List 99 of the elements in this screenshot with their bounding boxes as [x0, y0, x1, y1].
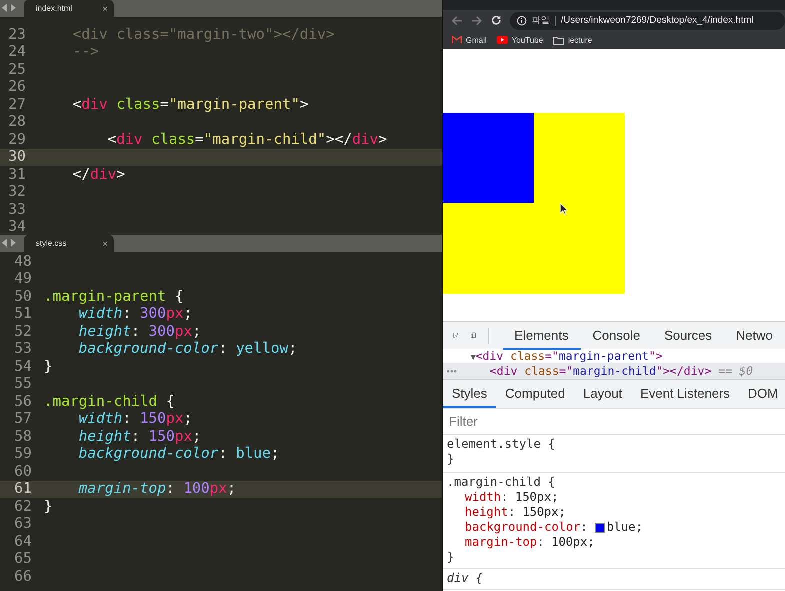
styles-pane-tab[interactable]: Styles — [443, 380, 496, 408]
more-icon[interactable] — [447, 370, 457, 372]
devtools-tab[interactable]: Netwo — [724, 322, 785, 350]
code-line: } — [44, 498, 53, 515]
line-number: 24 — [8, 44, 27, 60]
play-icon — [496, 36, 508, 44]
property-value[interactable]: 150px; — [522, 505, 566, 520]
reload-icon[interactable] — [491, 15, 502, 26]
line-number: 31 — [8, 166, 27, 183]
rule-selector: div { — [447, 571, 484, 586]
folder-icon — [553, 36, 564, 44]
line-number: 58 — [14, 428, 33, 445]
line-number: 49 — [14, 271, 33, 288]
property-name[interactable]: height — [465, 505, 508, 520]
scheme-label: 파일 — [532, 14, 550, 27]
line-number: 55 — [14, 376, 33, 392]
line-number: 62 — [14, 498, 33, 515]
line-number: 28 — [8, 114, 27, 130]
tab-scroll-arrows-icon[interactable] — [2, 4, 18, 12]
colon: : — [508, 505, 516, 520]
code-line: height: 300px; — [78, 324, 202, 340]
property-value[interactable]: blue; — [606, 520, 643, 535]
property-name[interactable]: width — [465, 490, 502, 505]
rule-selector: element.style { — [447, 437, 556, 452]
property-value[interactable]: 150px; — [515, 490, 559, 505]
property-name[interactable]: background-color — [465, 520, 581, 535]
line-number: 65 — [14, 551, 33, 568]
forward-icon[interactable] — [471, 16, 483, 26]
url-text: /Users/inkweon7269/Desktop/ex_4/index.html — [561, 15, 754, 26]
envelope-icon — [452, 36, 462, 44]
property-value[interactable]: 100px; — [551, 535, 595, 550]
code-line: <div class="margin-two"></div> — [72, 26, 335, 43]
line-number: 23 — [8, 26, 27, 43]
code-line: width: 300px; — [78, 306, 192, 322]
code-line: width: 150px; — [78, 411, 192, 428]
colon: : — [501, 490, 508, 505]
file-tab[interactable]: style.css × — [24, 235, 114, 252]
line-number: 59 — [14, 446, 33, 462]
line-number: 60 — [14, 464, 33, 480]
code-line: height: 150px; — [78, 428, 202, 445]
code-line: --> — [72, 44, 100, 60]
styles-pane-tab[interactable]: DOM — [739, 380, 785, 408]
line-number: 52 — [14, 324, 33, 340]
code-line: .margin-child { — [44, 394, 175, 410]
close-icon[interactable]: × — [102, 238, 108, 248]
address-bar[interactable]: 파일 /Users/inkweon7269/Desktop/ex_4/index.html — [510, 12, 785, 30]
file-tab[interactable]: index.html × — [24, 0, 114, 17]
styles-pane-tab[interactable]: Computed — [496, 380, 574, 408]
line-number: 48 — [14, 254, 33, 270]
bookmark-link[interactable]: Gmail — [452, 36, 487, 44]
tab-scroll-arrows-icon[interactable] — [2, 239, 18, 247]
styles-pane-tab[interactable]: Layout — [574, 380, 632, 408]
property-name[interactable]: margin-top — [465, 535, 538, 550]
code-line: margin-top: 100px; — [78, 481, 236, 498]
info-icon[interactable] — [517, 16, 527, 26]
code-line: background-color: yellow; — [78, 341, 298, 358]
devtools-tab[interactable]: Sources — [652, 322, 724, 350]
bookmark-link[interactable]: lecture — [553, 36, 592, 44]
line-number: 57 — [14, 411, 33, 428]
devtools-tab[interactable]: Elements — [502, 322, 581, 350]
line-number: 33 — [8, 202, 27, 218]
filter-field[interactable]: Filter — [447, 413, 651, 430]
line-number: 51 — [14, 306, 33, 322]
code-line: <div class="margin-parent"> — [72, 96, 309, 113]
code-line: .margin-parent { — [44, 288, 184, 305]
line-number: 30 — [8, 149, 27, 166]
close-icon[interactable]: × — [102, 4, 108, 14]
file-tab-label: style.css — [36, 239, 67, 248]
line-number: 64 — [14, 534, 33, 550]
code-line: </div> — [72, 166, 126, 183]
code-line: background-color: blue; — [78, 446, 280, 462]
line-number: 63 — [14, 516, 33, 532]
rule-closing-brace: } — [447, 550, 456, 565]
rule-closing-brace: } — [447, 452, 456, 467]
devtools-tab[interactable]: Console — [580, 322, 652, 350]
line-number: 32 — [8, 184, 27, 200]
code-line: } — [44, 358, 53, 375]
line-number: 27 — [8, 96, 27, 113]
line-number: 50 — [14, 288, 33, 305]
file-tab-label: index.html — [36, 4, 72, 13]
dom-node[interactable]: ▼<div class="margin-parent"> — [471, 349, 663, 363]
line-number: 25 — [8, 62, 27, 78]
color-swatch[interactable] — [594, 522, 605, 532]
styles-pane-tab[interactable]: Event Listeners — [631, 380, 740, 408]
code-line: <div class="margin-child"></div> — [106, 132, 388, 148]
line-number: 26 — [8, 79, 27, 96]
colon: : — [580, 520, 588, 535]
line-number: 66 — [14, 568, 33, 585]
mouse-pointer-icon — [560, 203, 568, 215]
bookmark-link[interactable]: YouTube — [496, 36, 544, 44]
rule-selector: .margin-child { — [447, 475, 556, 490]
line-number: 54 — [14, 358, 33, 375]
line-number: 29 — [8, 132, 27, 148]
line-number: 56 — [14, 394, 33, 410]
colon: : — [537, 535, 544, 550]
line-number: 53 — [14, 341, 33, 358]
line-number: 34 — [8, 219, 27, 235]
line-number: 61 — [14, 481, 33, 498]
back-icon[interactable] — [451, 16, 463, 26]
